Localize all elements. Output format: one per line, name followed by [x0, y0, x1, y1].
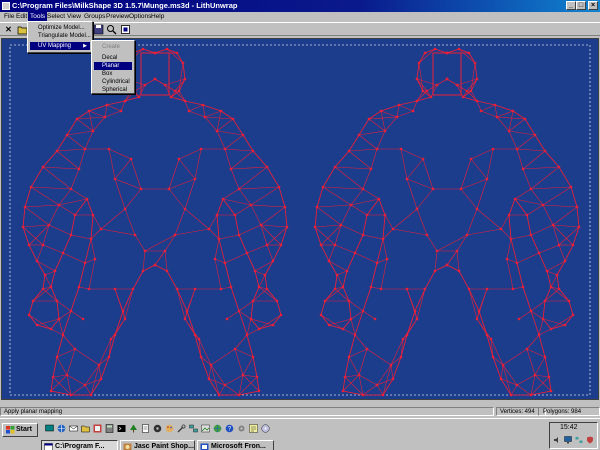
image-viewer-icon[interactable] — [201, 424, 210, 433]
uv-mapping-menu-item[interactable]: UV Mapping ▶ — [30, 42, 90, 50]
taskbar: Start ? C:\Program F... Jasc Paint Shop.… — [0, 418, 600, 450]
box-menu-item[interactable]: Box — [94, 70, 132, 78]
uv-island — [313, 47, 581, 397]
zoom-icon[interactable] — [106, 24, 117, 35]
terminal-icon[interactable] — [117, 424, 126, 433]
shield-icon[interactable] — [586, 436, 594, 444]
start-label: Start — [16, 426, 32, 433]
system-tray: 15:42 — [549, 422, 598, 449]
folder-icon[interactable] — [81, 424, 90, 433]
frontpage-icon — [200, 443, 209, 450]
clock[interactable]: 15:42 — [560, 424, 578, 431]
desktop-icon[interactable] — [45, 424, 54, 433]
planar-menu-item[interactable]: Planar — [94, 62, 132, 70]
triangulate-model-menu-item[interactable]: Triangulate Model... — [30, 32, 91, 40]
uv-mapping-submenu: Create Decal Planar Box Cylindrical Sphe… — [91, 40, 135, 94]
task-milkshape-label: C:\Program F... — [55, 443, 105, 450]
create-menu-item: Create — [102, 44, 121, 50]
browser-icon[interactable] — [57, 424, 66, 433]
network-status-icon[interactable] — [575, 436, 583, 444]
fit-icon[interactable] — [120, 24, 131, 35]
save-icon[interactable] — [93, 24, 104, 35]
app-icon — [2, 2, 10, 10]
uv-bounds-frame — [9, 44, 591, 396]
workspace — [0, 37, 600, 401]
settings-icon[interactable] — [237, 424, 246, 433]
notepad-icon[interactable] — [141, 424, 150, 433]
calculator-icon[interactable] — [105, 424, 114, 433]
spherical-menu-item[interactable]: Spherical — [94, 86, 132, 94]
globe-icon[interactable] — [213, 424, 222, 433]
minimize-button[interactable]: _ — [566, 1, 576, 10]
start-button[interactable]: Start — [2, 423, 38, 437]
maximize-button[interactable]: □ — [576, 1, 586, 10]
network-icon[interactable] — [189, 424, 198, 433]
close-icon[interactable]: ✕ — [3, 24, 14, 35]
menu-help[interactable]: Help — [149, 12, 166, 22]
task-paint-shop-label: Jasc Paint Shop... — [134, 443, 194, 450]
status-bar: Apply planar mapping Vertices: 494 Polyg… — [0, 406, 600, 417]
palette-icon[interactable] — [165, 424, 174, 433]
tools-menu: Optimize Model... Triangulate Model... U… — [27, 21, 93, 53]
window-title: C:\Program Files\MilkShape 3D 1.5.7\Mung… — [12, 1, 238, 10]
paint-icon[interactable] — [93, 424, 102, 433]
text-editor-icon[interactable] — [249, 424, 258, 433]
task-frontpage-label: Microsoft Fron... — [211, 443, 266, 450]
speaker-icon[interactable] — [553, 436, 561, 444]
cylindrical-menu-item[interactable]: Cylindrical — [94, 78, 132, 86]
mail-icon[interactable] — [69, 424, 78, 433]
window-icon — [44, 443, 53, 450]
monitor-icon[interactable] — [564, 436, 572, 444]
optimize-model-menu-item[interactable]: Optimize Model... — [30, 24, 90, 32]
polygon-count: Polygons: 984 — [538, 407, 600, 416]
decal-menu-item[interactable]: Decal — [94, 54, 132, 62]
help-icon[interactable]: ? — [225, 424, 234, 433]
title-bar: C:\Program Files\MilkShape 3D 1.5.7\Mung… — [0, 0, 600, 12]
task-frontpage[interactable]: Microsoft Fron... — [197, 440, 274, 450]
tool-icon[interactable] — [177, 424, 186, 433]
windows-logo-icon — [6, 426, 15, 434]
paint-shop-icon — [123, 443, 132, 450]
task-paint-shop[interactable]: Jasc Paint Shop... — [120, 440, 195, 450]
cd-icon[interactable] — [261, 424, 270, 433]
task-milkshape[interactable]: C:\Program F... — [41, 440, 118, 450]
tree-icon[interactable] — [129, 424, 138, 433]
media-icon[interactable] — [153, 424, 162, 433]
close-button[interactable]: × — [588, 1, 598, 10]
submenu-arrow-icon: ▶ — [83, 43, 87, 49]
uv-mapping-label: UV Mapping — [38, 43, 72, 49]
uv-island — [21, 47, 289, 397]
status-message: Apply planar mapping — [0, 407, 494, 416]
